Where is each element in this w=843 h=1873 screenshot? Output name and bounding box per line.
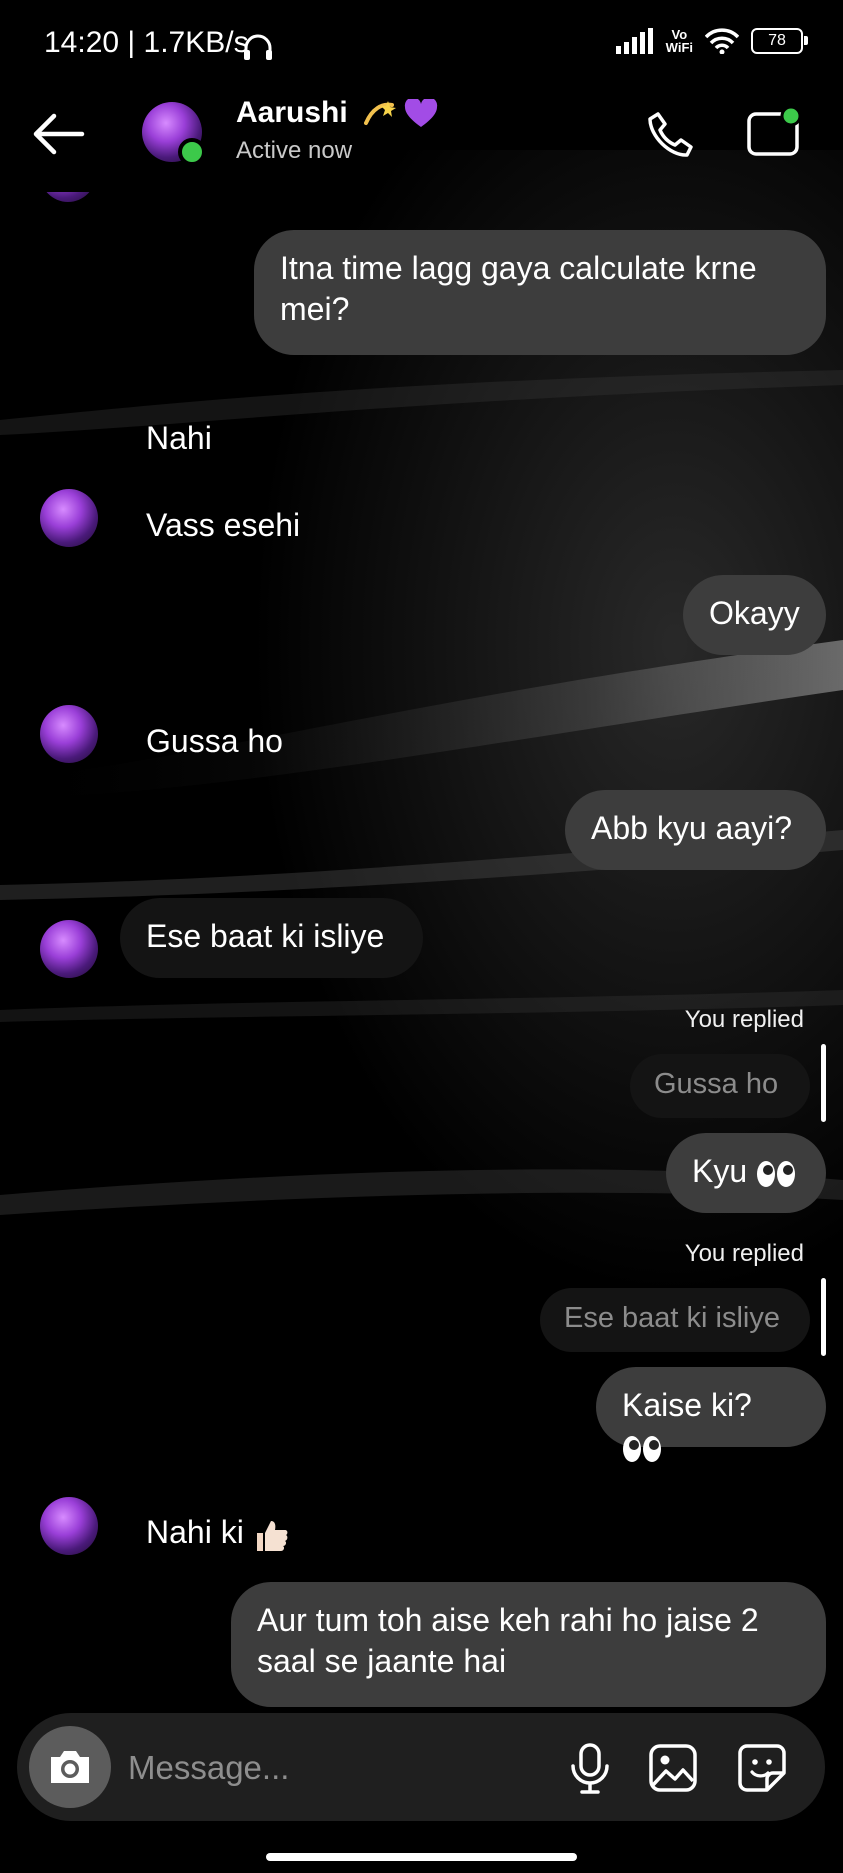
- message-input[interactable]: [128, 1740, 548, 1796]
- battery-indicator: 78: [751, 28, 808, 54]
- online-indicator: [178, 138, 206, 166]
- status-icons: Vo WiFi 78: [615, 28, 808, 54]
- vowifi-bottom: WiFi: [665, 40, 693, 55]
- reply-label: You replied: [684, 1006, 804, 1033]
- signal-icon: [615, 28, 653, 54]
- vowifi-label: Vo WiFi: [666, 28, 693, 54]
- headphones-icon: [244, 34, 272, 60]
- camera-button[interactable]: [29, 1726, 111, 1808]
- sent-message[interactable]: Aur tum toh aise keh rahi ho jaise 2 saa…: [231, 1582, 826, 1707]
- sent-message-text: Kaise ki?: [622, 1387, 752, 1423]
- phone-icon[interactable]: [645, 110, 695, 160]
- received-message[interactable]: Vass esehi: [120, 487, 340, 564]
- sender-avatar: [40, 705, 98, 763]
- sent-message[interactable]: Okayy: [683, 575, 826, 655]
- sent-message[interactable]: Abb kyu aayi?: [565, 790, 826, 870]
- home-indicator[interactable]: [266, 1853, 577, 1861]
- contact-name[interactable]: Aarushi: [236, 96, 438, 130]
- sticker-icon[interactable]: [737, 1743, 787, 1793]
- quoted-message[interactable]: Ese baat ki isliye: [540, 1288, 810, 1352]
- thumbs-up-emoji-icon: [256, 1520, 288, 1551]
- eyes-emoji-icon: [623, 1435, 661, 1462]
- contact-status: Active now: [236, 137, 353, 164]
- sender-avatar: [40, 489, 98, 547]
- video-call-icon[interactable]: [746, 106, 806, 158]
- sender-avatar: [40, 920, 98, 978]
- sent-message[interactable]: Kyu: [666, 1133, 826, 1213]
- quoted-message[interactable]: Gussa ho: [630, 1054, 810, 1118]
- received-message[interactable]: Nahi ki: [120, 1494, 320, 1571]
- contact-name-text: Aarushi: [236, 96, 348, 129]
- reply-label: You replied: [684, 1240, 804, 1267]
- image-icon[interactable]: [648, 1743, 698, 1793]
- wifi-icon: [705, 28, 739, 54]
- arrow-left-icon[interactable]: [32, 112, 86, 156]
- camera-icon: [51, 1751, 89, 1783]
- microphone-icon[interactable]: [568, 1742, 612, 1794]
- sender-avatar: [40, 1497, 98, 1555]
- received-message[interactable]: Gussa ho: [120, 703, 320, 780]
- purple-heart-icon: [405, 97, 438, 128]
- sent-message[interactable]: Itna time lagg gaya calculate krne mei?: [254, 230, 826, 355]
- dizzy-emoji-icon: [364, 101, 397, 126]
- received-message[interactable]: Ese baat ki isliye: [120, 898, 423, 978]
- received-message[interactable]: Nahi: [120, 400, 240, 477]
- reply-bar: [821, 1278, 826, 1356]
- received-message-text: Nahi ki: [146, 1514, 244, 1550]
- sent-message-text: Kyu: [692, 1153, 748, 1189]
- sent-message[interactable]: Kaise ki?: [596, 1367, 826, 1462]
- eyes-emoji-icon: [757, 1160, 796, 1187]
- status-time: 14:20 | 1.7KB/s: [44, 26, 249, 59]
- reply-bar: [821, 1044, 826, 1122]
